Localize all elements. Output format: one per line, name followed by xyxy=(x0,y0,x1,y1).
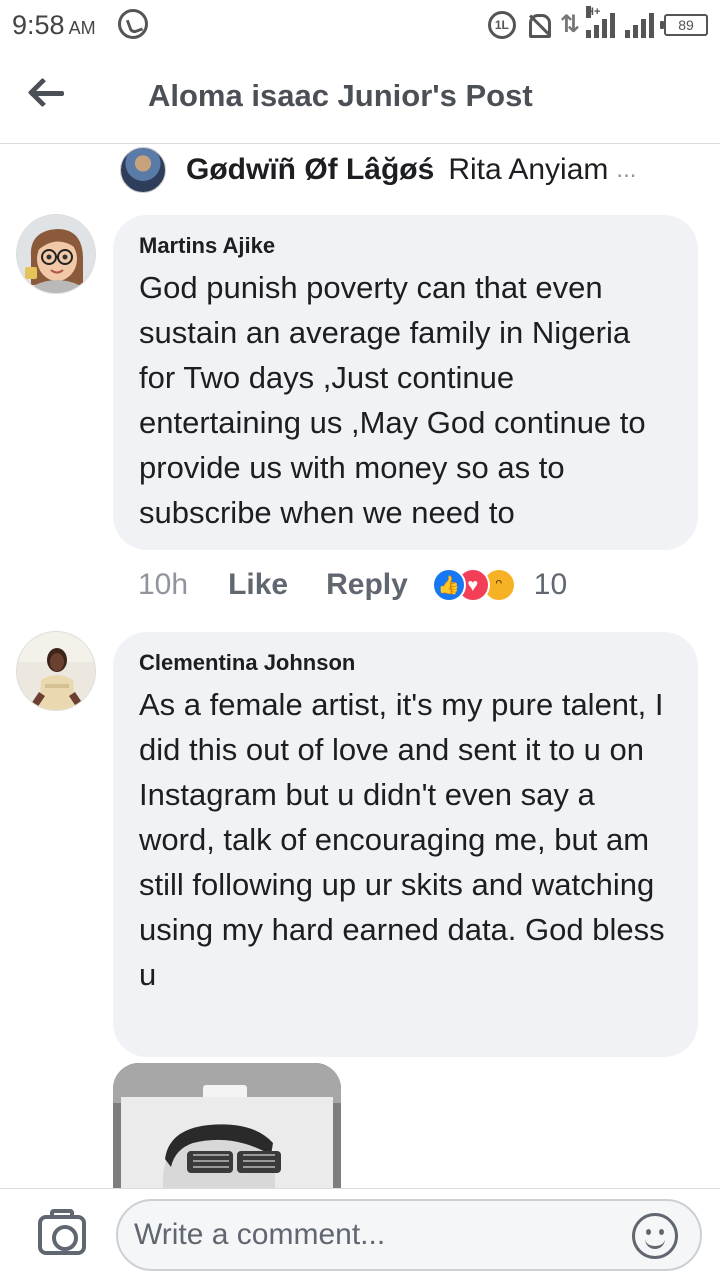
avatar[interactable] xyxy=(16,214,96,294)
avatar[interactable] xyxy=(120,147,166,193)
reaction-count[interactable]: 10 xyxy=(534,568,567,602)
comment-text: As a female artist, it's my pure talent,… xyxy=(139,687,665,992)
reply-text: Rita Anyiam xyxy=(448,153,609,186)
emoji-icon[interactable] xyxy=(632,1213,678,1259)
back-arrow-icon[interactable] xyxy=(28,74,68,114)
comment-actions: 10h Like Reply 👍 ♥ ᵔ 10 xyxy=(138,568,567,602)
battery-icon: 89 xyxy=(660,13,708,36)
signal-strength-icon-2 xyxy=(625,12,654,38)
like-icon: 👍 xyxy=(431,568,466,602)
comment-text: God punish poverty can that even sustain… xyxy=(139,270,646,530)
status-bar: 9:58 AM 1L ⇅ H+ 89 xyxy=(0,0,720,52)
comment-author[interactable]: Martins Ajike xyxy=(139,233,674,259)
status-time: 9:58 AM xyxy=(12,10,96,40)
network-type: H+ xyxy=(586,5,601,18)
comment-timestamp[interactable]: 10h xyxy=(138,568,188,602)
comment-author[interactable]: Clementina Johnson xyxy=(139,650,674,676)
mute-bell-icon xyxy=(526,12,551,38)
data-transfer-icon: ⇅ xyxy=(559,11,580,38)
comment-attachment-image[interactable] xyxy=(113,1063,341,1188)
reply-ellipsis: ... xyxy=(616,156,637,183)
reply-button[interactable]: Reply xyxy=(326,568,408,602)
signal-strength-icon: H+ xyxy=(586,5,615,38)
status-ampm: AM xyxy=(68,18,96,38)
reply-author[interactable]: Gødwïñ Øf Lâğøś xyxy=(186,153,434,187)
previous-reply-preview[interactable]: Gødwïñ Øf Lâğøś Rita Anyiam ... xyxy=(120,144,636,196)
comment-input[interactable] xyxy=(116,1199,702,1271)
like-button[interactable]: Like xyxy=(228,568,288,602)
reactions-summary[interactable]: 👍 ♥ ᵔ xyxy=(431,568,524,602)
avatar[interactable] xyxy=(16,631,96,711)
comment-bubble[interactable]: Clementina Johnson As a female artist, i… xyxy=(113,632,698,1057)
camera-icon[interactable] xyxy=(38,1209,86,1255)
comment-bubble[interactable]: Martins Ajike God punish poverty can tha… xyxy=(113,215,698,550)
page-title: Aloma isaac Junior's Post xyxy=(148,78,533,113)
header-bar: Aloma isaac Junior's Post xyxy=(0,52,720,144)
sim-indicator-icon: 1L xyxy=(487,10,516,39)
whatsapp-notification-icon xyxy=(118,9,148,39)
comment-composer xyxy=(0,1188,720,1280)
